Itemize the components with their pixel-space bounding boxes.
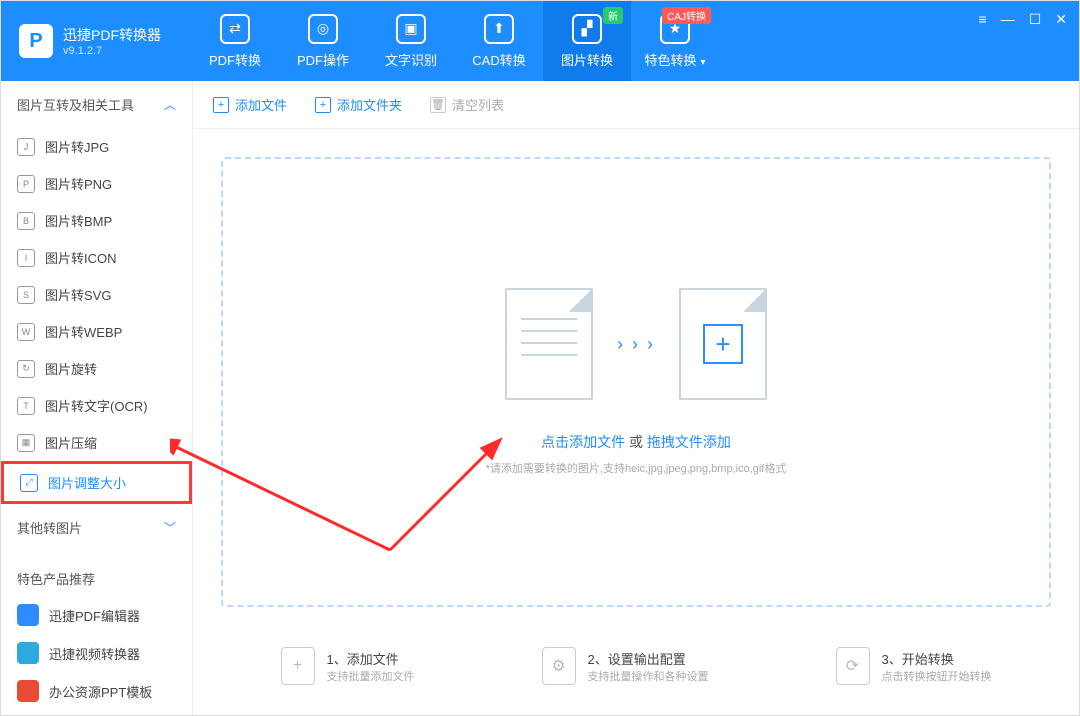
tab-pdf-ops[interactable]: ◎PDF操作 [279, 1, 367, 81]
sidebar-item-resize[interactable]: ⤢图片调整大小 [1, 461, 192, 504]
close-button[interactable]: ✕ [1055, 11, 1067, 28]
window-controls: ≡ — ☐ ✕ [979, 11, 1067, 28]
minimize-button[interactable]: — [1001, 11, 1015, 28]
tab-pdf-convert[interactable]: ⇄PDF转换 [191, 1, 279, 81]
dropzone[interactable]: › › › + 点击添加文件 或 拖拽文件添加 *请添加需要转换的图片,支持he… [221, 157, 1051, 607]
tab-special[interactable]: CAJ转换★特色转换▾ [631, 1, 719, 81]
click-add-file-link[interactable]: 点击添加文件 [541, 434, 625, 450]
tab-cad[interactable]: ⬆CAD转换 [455, 1, 543, 81]
sidebar-item-ocr[interactable]: T图片转文字(OCR) [1, 387, 192, 424]
plus-icon: + [703, 324, 743, 364]
app-logo-icon: P [19, 24, 53, 58]
target-icon: ◎ [308, 14, 338, 44]
main-panel: +添加文件 +添加文件夹 🗑清空列表 › › › + 点击添加文件 或 拖拽文件… [193, 81, 1079, 715]
png-icon: P [17, 175, 35, 193]
compress-icon: ▦ [17, 434, 35, 452]
step-3: ⟳ 3、开始转换点击转换按钮开始转换 [836, 647, 992, 685]
file-illustration-icon [505, 288, 593, 400]
caj-badge: CAJ转换 [662, 7, 711, 24]
chevron-down-icon: ︿ [164, 519, 176, 536]
promo-video-icon [17, 642, 39, 664]
ico-icon: I [17, 249, 35, 267]
sidebar-item-svg[interactable]: S图片转SVG [1, 276, 192, 313]
sidebar: 图片互转及相关工具 ︿ J图片转JPG P图片转PNG B图片转BMP I图片转… [1, 81, 193, 715]
chevron-up-icon: ︿ [164, 96, 176, 113]
promo-heading: 特色产品推荐 [1, 551, 192, 596]
ocr-icon: T [17, 397, 35, 415]
promo-ppt-icon [17, 680, 39, 702]
menu-button[interactable]: ≡ [979, 11, 987, 28]
sidebar-item-rotate[interactable]: ↻图片旋转 [1, 350, 192, 387]
plus-file-icon: + [213, 97, 229, 113]
add-file-button[interactable]: +添加文件 [213, 95, 287, 114]
app-version: v9.1.2.7 [63, 45, 161, 57]
sidebar-item-compress[interactable]: ▦图片压缩 [1, 424, 192, 461]
header: P 迅捷PDF转换器 v9.1.2.7 ⇄PDF转换 ◎PDF操作 ▣文字识别 … [1, 1, 1079, 81]
tab-image-convert[interactable]: 新▞图片转换 [543, 1, 631, 81]
step-settings-icon: ⚙ [542, 647, 576, 685]
up-icon: ⬆ [484, 14, 514, 44]
promo-ppt-templates[interactable]: 办公资源PPT模板 [1, 672, 192, 710]
resize-icon: ⤢ [20, 474, 38, 492]
chevron-down-icon: ▾ [700, 57, 705, 68]
tab-ocr[interactable]: ▣文字识别 [367, 1, 455, 81]
arrows-icon: › › › [617, 334, 655, 355]
sidebar-item-png[interactable]: P图片转PNG [1, 165, 192, 202]
promo-pdf-icon [17, 604, 39, 626]
step-start-icon: ⟳ [836, 647, 870, 685]
webp-icon: W [17, 323, 35, 341]
promo-pdf-editor[interactable]: 迅捷PDF编辑器 [1, 596, 192, 634]
jpg-icon: J [17, 138, 35, 156]
step-1: + 1、添加文件支持批量添加文件 [281, 647, 415, 685]
new-badge: 新 [603, 7, 623, 24]
text-icon: ▣ [396, 14, 426, 44]
top-nav: ⇄PDF转换 ◎PDF操作 ▣文字识别 ⬆CAD转换 新▞图片转换 CAJ转换★… [191, 1, 1079, 81]
brand: P 迅捷PDF转换器 v9.1.2.7 [1, 24, 191, 58]
steps-bar: + 1、添加文件支持批量添加文件 ⚙ 2、设置输出配置支持批量操作和各种设置 ⟳… [193, 635, 1079, 715]
step-2: ⚙ 2、设置输出配置支持批量操作和各种设置 [542, 647, 709, 685]
sidebar-group-other[interactable]: 其他转图片 ︿ [1, 504, 192, 551]
sidebar-item-webp[interactable]: W图片转WEBP [1, 313, 192, 350]
plus-folder-icon: + [315, 97, 331, 113]
bmp-icon: B [17, 212, 35, 230]
sidebar-item-bmp[interactable]: B图片转BMP [1, 202, 192, 239]
trash-icon: 🗑 [430, 97, 446, 113]
clear-list-button[interactable]: 🗑清空列表 [430, 95, 504, 114]
dropzone-hint: *请添加需要转换的图片,支持heic,jpg,jpeg,png,bmp,ico,… [486, 460, 787, 476]
dropzone-text: 点击添加文件 或 拖拽文件添加 [541, 432, 731, 452]
swap-icon: ⇄ [220, 14, 250, 44]
maximize-button[interactable]: ☐ [1029, 11, 1042, 28]
sidebar-item-icon[interactable]: I图片转ICON [1, 239, 192, 276]
add-folder-button[interactable]: +添加文件夹 [315, 95, 402, 114]
rotate-icon: ↻ [17, 360, 35, 378]
app-title: 迅捷PDF转换器 [63, 25, 161, 45]
sidebar-item-jpg[interactable]: J图片转JPG [1, 128, 192, 165]
add-file-illustration-icon: + [679, 288, 767, 400]
image-icon: ▞ [572, 14, 602, 44]
svg-icon: S [17, 286, 35, 304]
drag-add-file-text: 拖拽文件添加 [647, 434, 731, 450]
step-add-icon: + [281, 647, 315, 685]
promo-video-converter[interactable]: 迅捷视频转换器 [1, 634, 192, 672]
toolbar: +添加文件 +添加文件夹 🗑清空列表 [193, 81, 1079, 129]
sidebar-group-image-tools[interactable]: 图片互转及相关工具 ︿ [1, 81, 192, 128]
